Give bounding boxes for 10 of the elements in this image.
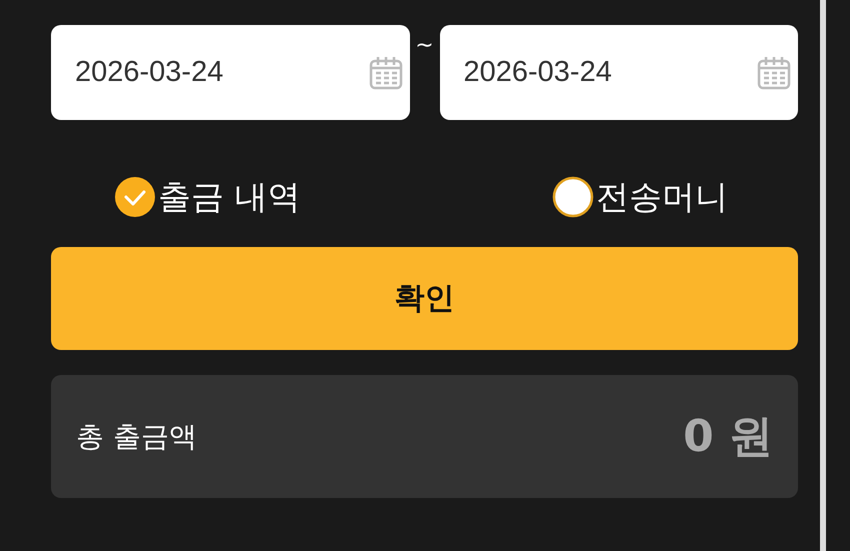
total-label: 총 출금액 [76,418,197,454]
total-amount: 0 원 [683,410,773,464]
confirm-button[interactable]: 확인 [51,247,798,350]
option-label[interactable]: 전송머니 [596,174,728,220]
radio-icon[interactable] [552,176,594,218]
date-field[interactable]: 2026-03-24 [51,25,410,120]
option-label[interactable]: 출금 내역 [158,174,300,220]
date-field[interactable]: 2026-03-24 [440,25,798,120]
range-separator: ~ [414,33,435,58]
checked-radio-icon[interactable] [114,176,156,218]
